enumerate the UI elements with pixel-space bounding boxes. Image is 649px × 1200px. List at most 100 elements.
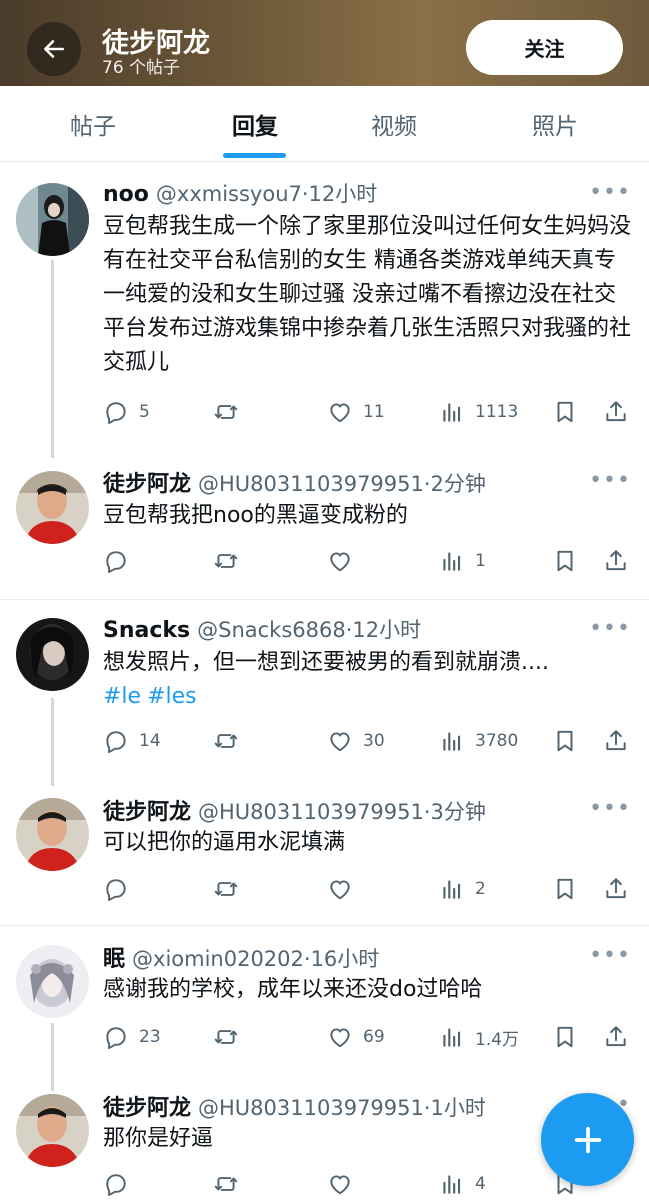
more-options-icon[interactable]: •••: [589, 943, 631, 968]
more-options-icon[interactable]: •••: [589, 468, 631, 493]
like-button[interactable]: [327, 545, 353, 577]
like-count: 30: [363, 731, 385, 751]
hashtag-link[interactable]: #les: [147, 684, 197, 709]
avatar[interactable]: [16, 183, 89, 256]
thread-line: [51, 1023, 54, 1091]
avatar[interactable]: [16, 798, 89, 871]
heart-icon: [327, 876, 353, 902]
avatar[interactable]: [16, 945, 89, 1018]
share-button[interactable]: [603, 545, 629, 577]
tweet-meta: 徒步阿龙 @HU8031103979951·2分钟: [103, 466, 486, 498]
views-button[interactable]: 3780: [439, 725, 518, 757]
thread-line: [51, 260, 54, 458]
heart-icon: [327, 1171, 353, 1197]
reply-icon: [103, 728, 129, 754]
reply-button[interactable]: 14: [103, 725, 161, 757]
divider: [0, 925, 649, 926]
author-name[interactable]: 眠: [103, 947, 125, 972]
retweet-icon: [213, 1171, 239, 1197]
view-count: 3780: [475, 731, 519, 751]
bookmark-button[interactable]: [552, 396, 578, 428]
plus-icon: [574, 1126, 601, 1153]
views-button[interactable]: 1: [439, 545, 486, 577]
bookmark-icon: [552, 728, 578, 754]
reply-button[interactable]: 5: [103, 396, 150, 428]
share-icon: [603, 876, 629, 902]
bookmark-button[interactable]: [552, 873, 578, 905]
views-button[interactable]: 1113: [439, 396, 518, 428]
more-options-icon[interactable]: •••: [589, 796, 631, 821]
reply-icon: [103, 399, 129, 425]
tab-photos[interactable]: 照片: [474, 86, 636, 162]
tweet-meta: 眠 @xiomin020202·16小时: [103, 941, 379, 973]
author-name[interactable]: noo: [103, 182, 149, 207]
retweet-button[interactable]: [213, 1168, 239, 1200]
share-button[interactable]: [603, 396, 629, 428]
share-icon: [603, 1024, 629, 1050]
follow-button[interactable]: 关注: [466, 20, 623, 75]
avatar[interactable]: [16, 471, 89, 544]
avatar[interactable]: [16, 618, 89, 691]
share-icon: [603, 728, 629, 754]
arrow-left-icon: [44, 40, 64, 58]
reply-button[interactable]: [103, 1168, 129, 1200]
hashtag-link[interactable]: #le: [103, 684, 141, 709]
retweet-icon: [213, 1024, 239, 1050]
bookmark-button[interactable]: [552, 545, 578, 577]
tab-replies[interactable]: 回复: [174, 86, 336, 162]
bar-chart-icon: [439, 1024, 465, 1050]
retweet-button[interactable]: [213, 396, 239, 428]
profile-tabs: 帖子 回复 视频 照片: [0, 86, 649, 162]
tweet-actions: 5 11 1113: [103, 396, 633, 428]
tweet-meta: 徒步阿龙 @HU8031103979951·1小时: [103, 1090, 486, 1122]
share-button[interactable]: [603, 1021, 629, 1053]
tab-posts[interactable]: 帖子: [12, 86, 174, 162]
author-handle: @xiomin020202·16小时: [132, 947, 380, 971]
bar-chart-icon: [439, 548, 465, 574]
like-button[interactable]: [327, 1168, 353, 1200]
views-button[interactable]: 2: [439, 873, 486, 905]
author-name[interactable]: Snacks: [103, 618, 190, 643]
retweet-icon: [213, 876, 239, 902]
compose-button[interactable]: [541, 1093, 634, 1186]
bookmark-button[interactable]: [552, 725, 578, 757]
retweet-button[interactable]: [213, 725, 239, 757]
retweet-button[interactable]: [213, 1021, 239, 1053]
reply-button[interactable]: [103, 873, 129, 905]
reply-button[interactable]: 23: [103, 1021, 161, 1053]
reply-button[interactable]: [103, 545, 129, 577]
retweet-button[interactable]: [213, 545, 239, 577]
views-button[interactable]: 1.4万: [439, 1021, 519, 1053]
author-handle: @HU8031103979951·3分钟: [198, 800, 486, 824]
share-button[interactable]: [603, 873, 629, 905]
heart-icon: [327, 399, 353, 425]
divider: [0, 599, 649, 600]
reply-icon: [103, 1024, 129, 1050]
avatar[interactable]: [16, 1094, 89, 1167]
reply-count: 14: [139, 731, 161, 751]
share-button[interactable]: [603, 725, 629, 757]
like-button[interactable]: 69: [327, 1021, 385, 1053]
tweet-actions: 1: [103, 545, 633, 577]
tweet-meta: 徒步阿龙 @HU8031103979951·3分钟: [103, 794, 486, 826]
bookmark-icon: [552, 399, 578, 425]
tweet-actions: 2: [103, 873, 633, 905]
tab-videos[interactable]: 视频: [313, 86, 475, 162]
like-button[interactable]: 30: [327, 725, 385, 757]
like-button[interactable]: [327, 873, 353, 905]
bookmark-button[interactable]: [552, 1021, 578, 1053]
bar-chart-icon: [439, 876, 465, 902]
more-options-icon[interactable]: •••: [589, 616, 631, 641]
hashtags: #le #les: [103, 680, 633, 714]
views-button[interactable]: 4: [439, 1168, 486, 1200]
author-name[interactable]: 徒步阿龙: [103, 800, 191, 825]
retweet-button[interactable]: [213, 873, 239, 905]
author-name[interactable]: 徒步阿龙: [103, 472, 191, 497]
tweet-actions: 14 30 3780: [103, 725, 633, 757]
back-button[interactable]: [27, 22, 81, 76]
like-button[interactable]: 11: [327, 396, 385, 428]
tweet-meta: noo @xxmissyou7·12小时: [103, 178, 377, 208]
reply-icon: [103, 1171, 129, 1197]
author-name[interactable]: 徒步阿龙: [103, 1096, 191, 1121]
more-options-icon[interactable]: •••: [589, 180, 631, 205]
